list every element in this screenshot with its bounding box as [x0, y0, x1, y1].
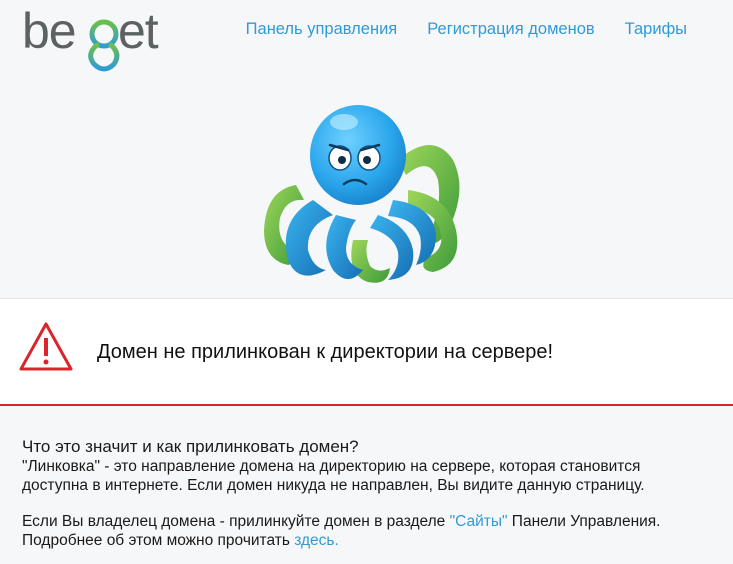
info-section: Что это значит и как прилинковать домен?… — [22, 437, 712, 550]
logo-g-mark — [88, 19, 120, 72]
info-question: Что это значит и как прилинковать домен? — [22, 437, 359, 456]
info-paragraph-3-prefix: Подробнее об этом можно прочитать — [22, 532, 295, 549]
info-paragraph-3: Подробнее об этом можно прочитать здесь. — [22, 531, 712, 550]
nav-control-panel-link[interactable]: Панель управления — [246, 20, 398, 39]
alert-message: Домен не прилинкован к директории на сер… — [97, 341, 554, 363]
nav-domain-registration-link[interactable]: Регистрация доменов — [427, 20, 594, 39]
sites-section-link[interactable]: "Сайты" — [450, 513, 508, 530]
logo-text-be: be — [22, 4, 76, 59]
info-paragraph-1-line-2: доступна в интернете. Если домен никуда … — [22, 477, 645, 494]
warning-icon — [19, 322, 73, 371]
top-nav: Панель управления Регистрация доменов Та… — [246, 20, 687, 39]
nav-tariffs-link[interactable]: Тарифы — [625, 20, 687, 39]
read-more-link[interactable]: здесь. — [294, 532, 339, 549]
logo-text-et: et — [118, 4, 159, 59]
info-paragraph-2-prefix: Если Вы владелец домена - прилинкуйте до… — [22, 513, 450, 530]
info-paragraph-1-line-1: "Линковка" - это направление домена на д… — [22, 458, 641, 475]
beget-logo[interactable]: be et — [22, 4, 182, 84]
info-paragraph-2-suffix: Панели Управления. — [507, 513, 661, 530]
header: be et Панель управления Регистрация доме… — [0, 0, 733, 90]
info-paragraph-2: Если Вы владелец домена - прилинкуйте до… — [22, 512, 712, 531]
error-alert: Домен не прилинкован к директории на сер… — [0, 298, 733, 406]
sad-octopus-illustration — [264, 105, 460, 283]
